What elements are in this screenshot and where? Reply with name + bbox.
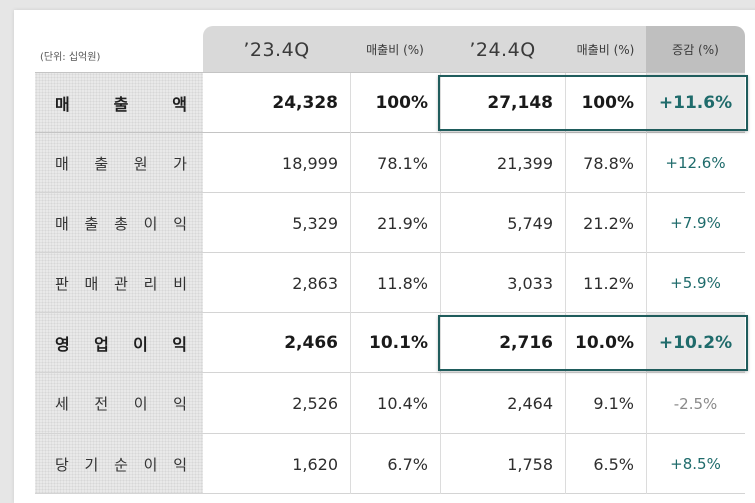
row-label-char: 이 bbox=[143, 214, 158, 233]
ratio-cell: 6.7% bbox=[387, 454, 428, 474]
row-label-char: 이 bbox=[143, 455, 158, 474]
row-label: 당기순이익 bbox=[35, 434, 203, 494]
row-label-char: 리 bbox=[143, 274, 158, 293]
ratio-cell: 21.2% bbox=[583, 213, 634, 233]
header-change: 증감 (%) bbox=[672, 43, 719, 57]
header-ratio-2023: 매출비 (%) bbox=[366, 43, 424, 57]
ratio-cell: 100% bbox=[375, 93, 428, 113]
row-label-char: 관 bbox=[114, 274, 128, 293]
row-label-char: 비 bbox=[173, 274, 187, 293]
value-cell: 21,399 bbox=[497, 153, 553, 173]
header-divider bbox=[35, 72, 745, 73]
row-label-char: 익 bbox=[172, 335, 187, 354]
row-label: 매출액 bbox=[35, 73, 203, 133]
ratio-cell: 78.1% bbox=[377, 153, 428, 173]
ratio-cell: 10.4% bbox=[377, 394, 428, 413]
value-cell: 2,863 bbox=[292, 273, 338, 293]
ratio-cell: 11.8% bbox=[377, 273, 428, 293]
ratio-cell: 10.1% bbox=[369, 333, 428, 353]
row-label-char: 익 bbox=[173, 214, 187, 233]
row-label-char: 매 bbox=[55, 154, 69, 173]
row-label-char: 익 bbox=[173, 395, 187, 413]
value-cell: 18,999 bbox=[282, 153, 338, 173]
row-label-char: 이 bbox=[133, 395, 148, 413]
row-label-char: 매 bbox=[55, 95, 70, 114]
row-label-char: 원 bbox=[133, 154, 148, 173]
header-2023q4: ’23.4Q bbox=[243, 38, 310, 61]
row-label-char: 총 bbox=[114, 214, 128, 233]
row-label-char: 업 bbox=[94, 335, 109, 354]
row-label: 영업이익 bbox=[35, 313, 203, 373]
unit-label: (단위: 십억원) bbox=[40, 52, 101, 63]
row-label-char: 매 bbox=[84, 274, 99, 293]
row-label-char: 영 bbox=[55, 335, 70, 354]
value-cell: 5,329 bbox=[292, 213, 338, 233]
value-cell: 1,758 bbox=[507, 454, 553, 474]
column-divider bbox=[646, 73, 647, 494]
value-cell: 1,620 bbox=[292, 454, 338, 474]
column-divider bbox=[565, 73, 566, 494]
value-cell: 24,328 bbox=[272, 93, 338, 113]
value-cell: 2,464 bbox=[507, 394, 553, 413]
row-label-char: 출 bbox=[84, 214, 99, 233]
change-cell: -2.5% bbox=[673, 394, 718, 413]
financial-table: (단위: 십억원) ’23.4Q 매출비 (%) ’24.4Q 매출비 (%) … bbox=[0, 0, 755, 503]
change-cell: +5.9% bbox=[670, 274, 721, 292]
ratio-cell: 6.5% bbox=[593, 454, 634, 474]
change-cell: +7.9% bbox=[670, 214, 721, 232]
row-label: 매출총이익 bbox=[35, 193, 203, 253]
column-divider bbox=[440, 73, 441, 494]
change-cell: +12.6% bbox=[665, 154, 726, 172]
header-2024q4: ’24.4Q bbox=[469, 38, 536, 61]
highlight-box bbox=[438, 75, 748, 131]
row-label-char: 이 bbox=[133, 335, 148, 354]
row-divider bbox=[35, 493, 745, 494]
ratio-cell: 78.8% bbox=[583, 153, 634, 173]
ratio-cell: 21.9% bbox=[377, 213, 428, 233]
column-divider bbox=[350, 73, 351, 494]
row-label-char: 출 bbox=[113, 95, 129, 114]
row-label-char: 가 bbox=[173, 154, 187, 173]
value-cell: 2,466 bbox=[284, 333, 338, 353]
highlight-box bbox=[438, 315, 748, 371]
row-label-char: 전 bbox=[94, 395, 109, 413]
row-label-char: 기 bbox=[84, 455, 99, 474]
row-label: 세전이익 bbox=[35, 373, 203, 434]
row-label-char: 출 bbox=[94, 154, 109, 173]
ratio-cell: 11.2% bbox=[583, 273, 634, 293]
row-label-char: 세 bbox=[55, 395, 69, 413]
row-label: 판매관리비 bbox=[35, 253, 203, 313]
row-label-char: 당 bbox=[55, 455, 69, 474]
row-label-char: 순 bbox=[114, 455, 128, 474]
row-label-char: 판 bbox=[55, 274, 69, 293]
header-ratio-2024: 매출비 (%) bbox=[576, 43, 635, 57]
value-cell: 2,526 bbox=[292, 394, 338, 413]
change-cell: +8.5% bbox=[670, 455, 721, 473]
ratio-cell: 9.1% bbox=[593, 394, 634, 413]
row-label-char: 액 bbox=[172, 95, 187, 114]
row-label-char: 익 bbox=[173, 455, 187, 474]
value-cell: 5,749 bbox=[507, 213, 553, 233]
row-label: 매출원가 bbox=[35, 133, 203, 193]
value-cell: 3,033 bbox=[507, 273, 553, 293]
row-label-char: 매 bbox=[55, 214, 69, 233]
